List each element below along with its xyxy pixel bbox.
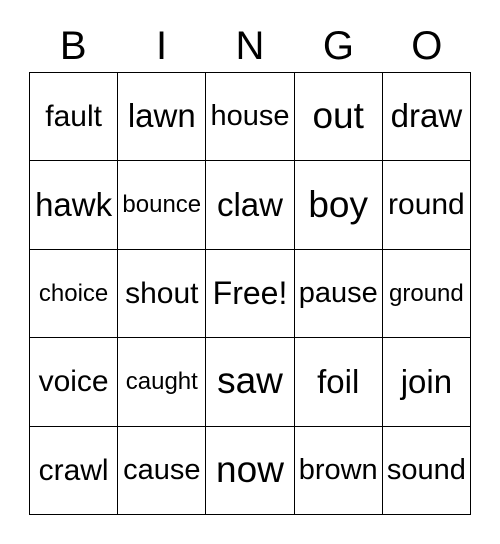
bingo-cell-label: lawn (127, 97, 196, 135)
bingo-cell-label: voice (38, 365, 109, 399)
bingo-cell[interactable]: claw (206, 161, 295, 250)
bingo-cell-label: now (216, 448, 284, 490)
bingo-grid: fault lawn house out draw hawk bounce claw boy ro… (29, 72, 471, 515)
bingo-cell[interactable]: now (206, 426, 295, 515)
bingo-cell-label: claw (216, 185, 283, 223)
bingo-card: B I N G O fault lawn house out draw hawk bounc… (29, 0, 471, 515)
bingo-cell[interactable]: ground (382, 249, 471, 339)
bingo-cell[interactable]: crawl (30, 426, 119, 515)
bingo-cell[interactable]: voice (30, 338, 119, 427)
bingo-cell-label: draw (390, 97, 463, 135)
bingo-header-letter-g: G (322, 24, 354, 68)
bingo-cell-label: caught (125, 368, 198, 396)
bingo-cell-label: house (210, 100, 290, 133)
bingo-cell[interactable]: sound (382, 426, 471, 515)
bingo-cell[interactable]: foil (294, 338, 383, 427)
bingo-cell-label: crawl (38, 453, 109, 487)
bingo-cell-label: out (312, 95, 364, 137)
bingo-cell-label: saw (217, 360, 283, 402)
bingo-cell[interactable]: choice (30, 249, 119, 339)
bingo-cell-label: bounce (122, 191, 202, 219)
bingo-cell-label: foil (317, 362, 360, 400)
bingo-cell[interactable]: round (382, 161, 471, 250)
bingo-cell[interactable]: draw (382, 73, 471, 162)
bingo-header-letter-n: N (235, 24, 265, 68)
bingo-cell[interactable]: house (206, 73, 295, 162)
bingo-cell-label: pause (298, 277, 378, 310)
bingo-cell-label: fault (45, 99, 102, 133)
bingo-cell[interactable]: boy (294, 161, 383, 250)
bingo-cell-label: brown (298, 454, 378, 487)
bingo-cell[interactable]: saw (206, 338, 295, 427)
bingo-cell[interactable]: lawn (118, 73, 207, 162)
bingo-cell-label: ground (389, 279, 464, 307)
bingo-cell[interactable]: shout (118, 249, 207, 339)
bingo-cell[interactable]: fault (30, 73, 119, 162)
bingo-cell[interactable]: bounce (118, 161, 207, 250)
bingo-free-space[interactable]: Free! (206, 249, 295, 339)
bingo-cell[interactable]: hawk (30, 161, 119, 250)
bingo-cell-label: boy (308, 183, 369, 225)
bingo-cell-label: cause (123, 454, 201, 487)
bingo-cell[interactable]: caught (118, 338, 207, 427)
bingo-header-letter-b: B (59, 24, 87, 68)
bingo-cell-label: Free! (212, 274, 288, 311)
bingo-cell[interactable]: pause (294, 249, 383, 339)
bingo-cell[interactable]: out (294, 73, 383, 162)
bingo-cell-label: choice (38, 279, 109, 307)
bingo-cell[interactable]: join (382, 338, 471, 427)
bingo-cell-label: hawk (35, 185, 113, 223)
bingo-cell[interactable]: cause (118, 426, 207, 515)
bingo-header-letter-i: I (156, 24, 168, 68)
bingo-header-letter-o: O (411, 24, 443, 68)
bingo-cell-label: round (388, 188, 465, 222)
bingo-cell-label: join (400, 362, 453, 400)
bingo-cell[interactable]: brown (294, 426, 383, 515)
bingo-header-row: B I N G O (29, 0, 471, 72)
bingo-cell-label: sound (386, 454, 466, 487)
bingo-cell-label: shout (125, 276, 199, 310)
